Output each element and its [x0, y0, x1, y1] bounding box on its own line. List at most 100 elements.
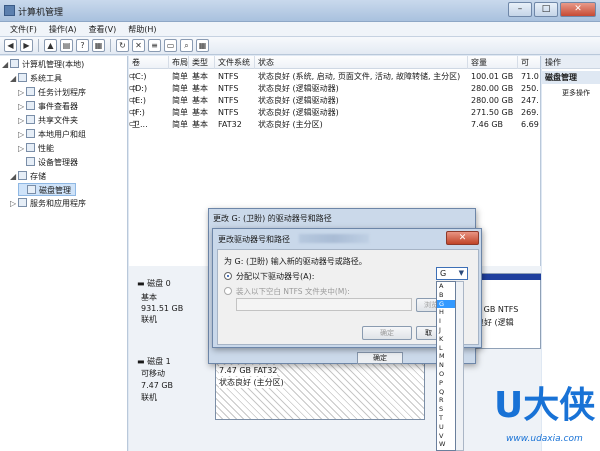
- drive-letter-scrollbar[interactable]: [456, 281, 464, 451]
- tree-item-performance[interactable]: ▷ 性能: [18, 142, 54, 155]
- menu-help[interactable]: 帮助(H): [122, 22, 162, 36]
- tree-item-device-manager[interactable]: 设备管理器: [18, 156, 78, 169]
- folder-path-input[interactable]: [236, 298, 412, 311]
- forward-arrow-icon[interactable]: ▶: [20, 39, 33, 52]
- drive-letter-option[interactable]: I: [437, 317, 455, 326]
- volume-row[interactable]: ▭ (F:) 简单 基本 NTFS 状态良好 (逻辑驱动器) 271.50 GB 269.: [129, 107, 540, 119]
- console-tree-icon[interactable]: ▦: [92, 39, 105, 52]
- expand-arrow-icon[interactable]: ▷: [18, 100, 26, 113]
- tree-item-services-apps[interactable]: ▷ 服务和应用程序: [10, 197, 86, 210]
- tree-item-storage[interactable]: ◢ 存储: [10, 170, 46, 183]
- disk1-partition-size: 7.47 GB FAT32: [219, 365, 278, 376]
- expand-arrow-icon[interactable]: ▷: [18, 128, 26, 141]
- volume-cell: 简单: [172, 108, 188, 117]
- col-header-status[interactable]: 状态: [255, 56, 468, 69]
- expand-arrow-icon[interactable]: ▷: [10, 197, 18, 210]
- show-hide-tree-icon[interactable]: ▤: [60, 39, 73, 52]
- volume-cell: 269.: [521, 108, 539, 117]
- refresh-icon[interactable]: ↻: [116, 39, 129, 52]
- delete-icon[interactable]: ✕: [132, 39, 145, 52]
- grid-icon[interactable]: ▦: [196, 39, 209, 52]
- volume-row[interactable]: ▭ (E:) 简单 基本 NTFS 状态良好 (逻辑驱动器) 280.00 GB 247.: [129, 95, 540, 107]
- maximize-button[interactable]: □: [534, 2, 558, 17]
- dialog-prompt: 为 G: (卫盼) 输入新的驱动器号或路径。: [224, 257, 367, 266]
- drive-letter-option[interactable]: G: [437, 299, 455, 309]
- volume-cell: 基本: [192, 108, 208, 117]
- tree-item-local-users[interactable]: ▷ 本地用户和组: [18, 128, 86, 141]
- volume-cell: NTFS: [218, 72, 239, 81]
- drive-letter-option[interactable]: T: [437, 414, 455, 423]
- disk1-info[interactable]: ▬ 磁盘 1 可移动 7.47 GB 联机: [133, 352, 213, 451]
- volume-cell: 状态良好 (主分区): [258, 120, 323, 129]
- drive-letter-select[interactable]: G ▼: [436, 267, 468, 280]
- drive-letter-option[interactable]: P: [437, 379, 455, 388]
- menu-view[interactable]: 查看(V): [83, 22, 123, 36]
- expand-arrow-icon[interactable]: ◢: [2, 58, 10, 71]
- col-header-free[interactable]: 可: [518, 56, 540, 69]
- expand-arrow-icon[interactable]: ▷: [18, 142, 26, 155]
- drive-letter-option[interactable]: U: [437, 423, 455, 432]
- tree-item-label: 磁盘管理: [39, 186, 71, 195]
- properties-icon[interactable]: ≡: [148, 39, 161, 52]
- volume-row[interactable]: ▭ (D:) 简单 基本 NTFS 状态良好 (逻辑驱动器) 280.00 GB 250.: [129, 83, 540, 95]
- mount-folder-radio[interactable]: [224, 287, 232, 295]
- assign-letter-radio[interactable]: [224, 272, 232, 280]
- services-icon: [18, 198, 27, 207]
- tree-item-task-scheduler[interactable]: ▷ 任务计划程序: [18, 86, 86, 99]
- tree-item-event-viewer[interactable]: ▷ 事件查看器: [18, 100, 78, 113]
- help-icon[interactable]: ?: [76, 39, 89, 52]
- expand-arrow-icon[interactable]: ◢: [10, 72, 18, 85]
- drive-letter-option[interactable]: M: [437, 352, 455, 361]
- window-controls: – □ ✕: [508, 2, 596, 17]
- drive-letter-option[interactable]: A: [437, 282, 455, 291]
- drive-letter-option[interactable]: V: [437, 432, 455, 441]
- folder-icon[interactable]: ▭: [164, 39, 177, 52]
- drive-letter-option[interactable]: N: [437, 361, 455, 370]
- tree-item-system-tools[interactable]: ◢ 系统工具: [10, 72, 62, 85]
- col-header-type[interactable]: 类型: [189, 56, 215, 69]
- close-button[interactable]: ✕: [560, 2, 596, 17]
- expand-arrow-icon[interactable]: ◢: [10, 170, 18, 183]
- drive-letter-option[interactable]: S: [437, 405, 455, 414]
- tree-item-computer-management[interactable]: ◢ 计算机管理(本地): [2, 58, 84, 71]
- search-icon[interactable]: ⌕: [180, 39, 193, 52]
- more-actions-link[interactable]: 更多操作: [562, 88, 590, 98]
- drive-letter-option[interactable]: Q: [437, 388, 455, 397]
- toolbar-separator: [38, 39, 39, 52]
- disk0-info[interactable]: ▬ 磁盘 0 基本 931.51 GB 联机: [133, 272, 213, 350]
- disk-icon: ▬: [137, 279, 148, 288]
- ok-button[interactable]: 确定: [362, 326, 412, 340]
- drive-letter-option[interactable]: J: [437, 326, 455, 335]
- disk0-status: 联机: [141, 315, 157, 324]
- drive-letter-option[interactable]: O: [437, 370, 455, 379]
- drive-letter-option[interactable]: R: [437, 396, 455, 405]
- menu-file[interactable]: 文件(F): [4, 22, 43, 36]
- tree-item-disk-management[interactable]: 磁盘管理: [18, 183, 76, 196]
- action-section-disk-management[interactable]: 磁盘管理: [542, 71, 600, 84]
- expand-arrow-icon[interactable]: ▷: [18, 86, 26, 99]
- event-icon: [26, 101, 35, 110]
- drive-letter-option[interactable]: K: [437, 335, 455, 344]
- tree-item-shared-folders[interactable]: ▷ 共享文件夹: [18, 114, 78, 127]
- disk1-partition[interactable]: 7.47 GB FAT32 状态良好 (主分区): [215, 358, 425, 420]
- volume-row[interactable]: ▭ 卫... 简单 基本 FAT32 状态良好 (主分区) 7.46 GB 6.69: [129, 119, 540, 131]
- drive-letter-option[interactable]: W: [437, 440, 455, 449]
- drive-letter-option[interactable]: B: [437, 291, 455, 300]
- back-arrow-icon[interactable]: ◀: [4, 39, 17, 52]
- col-header-layout[interactable]: 布局: [169, 56, 189, 69]
- close-icon[interactable]: ✕: [446, 231, 479, 245]
- drive-letter-option[interactable]: L: [437, 344, 455, 353]
- expand-arrow-icon[interactable]: ▷: [18, 114, 26, 127]
- toolbar: ◀ ▶ ▲ ▤ ? ▦ ↻ ✕ ≡ ▭ ⌕ ▦: [0, 37, 600, 55]
- tree-item-label: 系统工具: [30, 74, 62, 83]
- menu-action[interactable]: 操作(A): [43, 22, 83, 36]
- outer-ok-button[interactable]: 确定: [357, 352, 403, 364]
- drive-letter-option[interactable]: H: [437, 308, 455, 317]
- minimize-button[interactable]: –: [508, 2, 532, 17]
- volume-row[interactable]: ▭ (C:) 简单 基本 NTFS 状态良好 (系统, 启动, 页面文件, 活动, 故障…: [129, 71, 540, 83]
- col-header-capacity[interactable]: 容量: [468, 56, 518, 69]
- tree-item-label: 存储: [30, 172, 46, 181]
- up-folder-icon[interactable]: ▲: [44, 39, 57, 52]
- col-header-filesystem[interactable]: 文件系统: [215, 56, 255, 69]
- col-header-volume[interactable]: 卷: [129, 56, 169, 69]
